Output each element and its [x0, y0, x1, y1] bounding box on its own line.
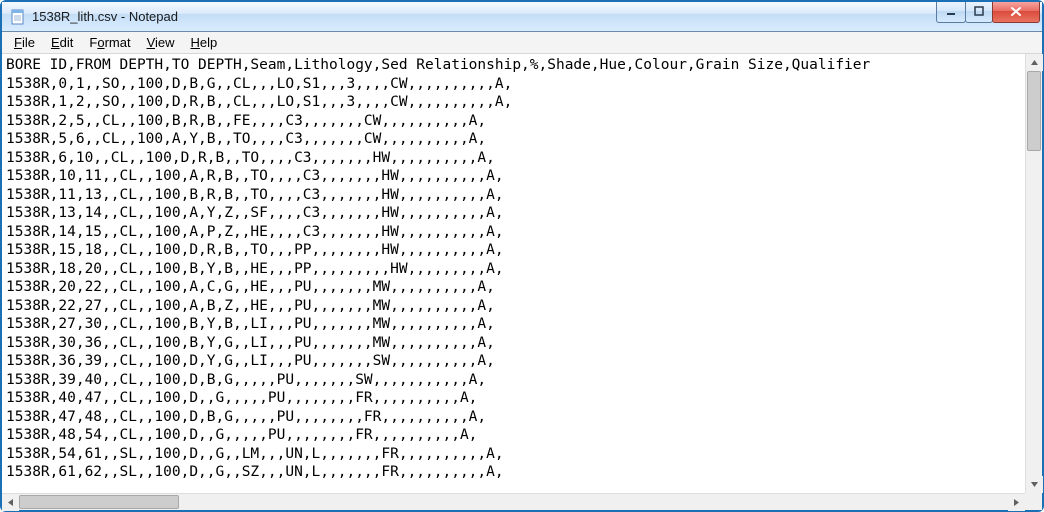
scroll-corner — [1025, 493, 1042, 510]
maximize-button[interactable] — [965, 2, 993, 23]
scroll-right-arrow-icon[interactable] — [1008, 494, 1025, 511]
menu-bar: File Edit Format View Help — [2, 32, 1042, 54]
scroll-up-arrow-icon[interactable] — [1026, 54, 1043, 71]
horizontal-scroll-thumb[interactable] — [19, 495, 179, 509]
minimize-button[interactable] — [936, 2, 966, 23]
horizontal-scroll-track[interactable] — [19, 494, 1008, 510]
menu-view[interactable]: View — [139, 33, 183, 52]
vertical-scroll-thumb[interactable] — [1027, 71, 1041, 151]
notepad-icon — [10, 9, 26, 25]
vertical-scrollbar[interactable] — [1025, 54, 1042, 493]
horizontal-scrollbar[interactable] — [2, 493, 1025, 510]
menu-file[interactable]: File — [6, 33, 43, 52]
menu-format[interactable]: Format — [81, 33, 138, 52]
scroll-down-arrow-icon[interactable] — [1026, 476, 1043, 493]
window-title: 1538R_lith.csv - Notepad — [32, 9, 937, 24]
text-area[interactable]: BORE ID,FROM DEPTH,TO DEPTH,Seam,Litholo… — [2, 54, 1042, 510]
vertical-scroll-track[interactable] — [1026, 71, 1042, 476]
menu-edit[interactable]: Edit — [43, 33, 81, 52]
title-bar: 1538R_lith.csv - Notepad — [2, 2, 1042, 32]
menu-help[interactable]: Help — [183, 33, 226, 52]
content-area: BORE ID,FROM DEPTH,TO DEPTH,Seam,Litholo… — [2, 54, 1042, 510]
window-controls — [937, 2, 1040, 23]
scroll-left-arrow-icon[interactable] — [2, 494, 19, 511]
close-button[interactable] — [992, 2, 1040, 23]
file-text[interactable]: BORE ID,FROM DEPTH,TO DEPTH,Seam,Litholo… — [2, 54, 1042, 484]
